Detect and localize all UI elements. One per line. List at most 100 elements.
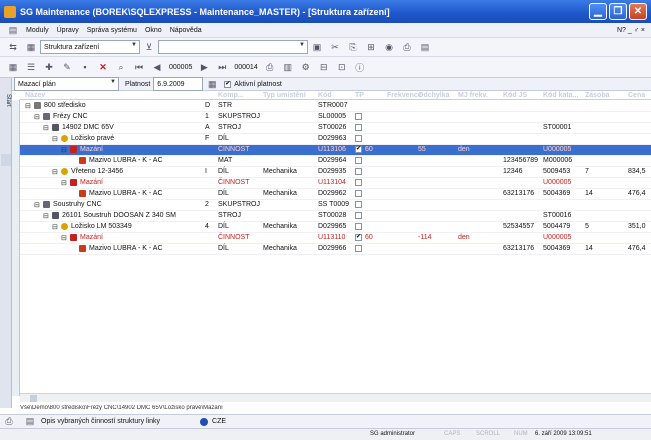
tp-checkbox[interactable]: [355, 233, 362, 241]
table-row[interactable]: ⊟ Ložisko pravé F DÍL D029963: [20, 134, 651, 145]
tools-icon[interactable]: ⚙: [300, 61, 312, 73]
tp-checkbox[interactable]: [355, 157, 362, 164]
first-record-icon[interactable]: ⏮: [133, 61, 145, 73]
tree-expander-icon[interactable]: ⊟: [52, 223, 58, 231]
tree-icon[interactable]: ⊞: [365, 41, 377, 53]
table-row[interactable]: ⊟ 14902 DMC 65V A STROJ ST00026 ST00001: [20, 123, 651, 134]
maximize-button[interactable]: ❐: [609, 3, 627, 20]
last-record-icon[interactable]: ⏭: [216, 61, 228, 73]
start-tab[interactable]: Start: [1, 94, 11, 124]
tp-checkbox[interactable]: [355, 223, 362, 230]
mdi-controls[interactable]: N? _ ♂ ×: [617, 27, 651, 34]
tp-checkbox[interactable]: [355, 201, 362, 208]
tp-checkbox[interactable]: [355, 135, 362, 142]
table-row[interactable]: ⊟ Frézy CNC 1 SKUPSTROJ SL00005: [20, 112, 651, 123]
structure-icon[interactable]: ⊟: [318, 61, 330, 73]
printer-icon[interactable]: ⎙: [3, 416, 15, 428]
table-row[interactable]: ⊟ 800 středisko D STR STR0007: [20, 101, 651, 112]
report-icon[interactable]: ▤: [419, 41, 431, 53]
tree-expander-icon[interactable]: ⊟: [52, 135, 58, 143]
task-item-report[interactable]: Opis vybraných činností struktury linky: [41, 418, 160, 425]
tree-expander-icon[interactable]: ⊟: [43, 124, 49, 132]
chart-icon[interactable]: ▥: [282, 61, 294, 73]
table-row[interactable]: Mazivo LUBRA - K - AC DÍL Mechanika D029966…: [20, 244, 651, 255]
tree-expander-icon[interactable]: ⊟: [52, 168, 58, 176]
language-indicator[interactable]: CZE: [212, 418, 226, 425]
info-icon[interactable]: ⓘ: [354, 61, 366, 73]
header-kodjs[interactable]: Kód JS: [503, 92, 527, 99]
header-typ[interactable]: Typ umístění: [263, 92, 306, 99]
cut-icon[interactable]: ✂: [329, 41, 341, 53]
header-odchylka[interactable]: Odchylka: [418, 92, 450, 99]
tp-checkbox[interactable]: [355, 113, 362, 120]
menu-item-upravy[interactable]: Úpravy: [53, 27, 83, 34]
next-record-icon[interactable]: ▶: [198, 61, 210, 73]
save-icon[interactable]: ▪: [79, 61, 91, 73]
copy-icon[interactable]: ⎘: [347, 41, 359, 53]
module-icon[interactable]: ⇆: [7, 41, 19, 53]
plan-combo[interactable]: Mazací plán ▼: [14, 77, 119, 91]
header-cena[interactable]: Cena: [628, 92, 645, 99]
tp-checkbox[interactable]: [355, 212, 362, 219]
tree-expander-icon[interactable]: ⊟: [34, 201, 40, 209]
close-button[interactable]: ✕: [629, 3, 647, 20]
tp-checkbox[interactable]: [355, 168, 362, 175]
active-checkbox[interactable]: [224, 80, 232, 88]
print-icon[interactable]: ⎙: [401, 41, 413, 53]
tp-checkbox[interactable]: [355, 145, 362, 153]
list-icon[interactable]: ☰: [25, 61, 37, 73]
print-icon[interactable]: ⎙: [264, 61, 276, 73]
platnost-date[interactable]: 6.9.2009: [153, 77, 204, 91]
tree-expander-icon[interactable]: ⊟: [61, 179, 67, 187]
table-row[interactable]: ⊟ Mazání ČINNOST U113110 60 -114 den U000005: [20, 233, 651, 244]
menu-item-napoveda[interactable]: Nápověda: [166, 27, 206, 34]
header-tp[interactable]: TP: [355, 92, 364, 99]
table-row[interactable]: ⊟ Mazání ČINNOST U113104 U000005: [20, 178, 651, 189]
table-row[interactable]: Mazivo LUBRA - K - AC DÍL Mechanika D029962…: [20, 189, 651, 200]
menu-item-okno[interactable]: Okno: [141, 27, 166, 34]
edit-icon[interactable]: ✎: [61, 61, 73, 73]
table-row[interactable]: ⊟ Mazání ČINNOST U113106 60 55 den U000005: [20, 145, 651, 156]
view-combo[interactable]: Struktura zařízení ▼: [40, 40, 140, 54]
add-icon[interactable]: ✚: [43, 61, 55, 73]
header-kodkat[interactable]: Kód kata...: [543, 92, 578, 99]
scroll-thumb[interactable]: [30, 395, 37, 402]
tree-expander-icon[interactable]: ⊟: [61, 234, 67, 242]
table-row[interactable]: ⊟ Vřeteno 12-3456 I DÍL Mechanika D029935 1234…: [20, 167, 651, 178]
menu-item-moduly[interactable]: Moduly: [22, 27, 53, 34]
delete-icon[interactable]: ✕: [97, 61, 109, 73]
tp-checkbox[interactable]: [355, 124, 362, 131]
table-row[interactable]: Mazivo LUBRA - K - AC MAT D029964 123456789…: [20, 156, 651, 167]
binoculars-icon[interactable]: ⌕: [115, 61, 127, 73]
app-menu-icon[interactable]: ▤: [7, 24, 19, 36]
tree-expander-icon[interactable]: ⊟: [25, 102, 31, 110]
menu-item-sprava[interactable]: Správa systému: [83, 27, 141, 34]
header-mj[interactable]: MJ frekv.: [458, 92, 488, 99]
filter-icon[interactable]: ⊻: [143, 41, 155, 53]
tp-checkbox[interactable]: [355, 245, 362, 252]
report-icon[interactable]: ▤: [24, 416, 36, 428]
tp-checkbox[interactable]: [355, 190, 362, 197]
table-icon[interactable]: ▦: [7, 61, 19, 73]
search-combo[interactable]: ▼: [158, 40, 308, 54]
tp-checkbox[interactable]: [355, 179, 362, 186]
table-row[interactable]: ⊟ Ložisko LM 503349 4 DÍL Mechanika D029965 52…: [20, 222, 651, 233]
table-row[interactable]: ⊟ 26101 Soustruh DOOSAN Z 340 SM STROJ ST00…: [20, 211, 651, 222]
tree-expander-icon[interactable]: ⊟: [34, 113, 40, 121]
tree-expander-icon[interactable]: ⊟: [61, 146, 67, 154]
view-icon[interactable]: ◉: [383, 41, 395, 53]
view-icon[interactable]: ⊡: [336, 61, 348, 73]
excel-icon[interactable]: ▣: [311, 41, 323, 53]
horizontal-scrollbar[interactable]: [20, 393, 651, 402]
header-frekvence[interactable]: Frekvence: [387, 92, 422, 99]
header-zasoba[interactable]: Zásoba: [585, 92, 610, 99]
minimize-button[interactable]: ▁: [589, 3, 607, 20]
prev-record-icon[interactable]: ◀: [151, 61, 163, 73]
dock-tab[interactable]: [1, 154, 11, 166]
header-komp[interactable]: Komp...: [218, 92, 244, 99]
tree-expander-icon[interactable]: ⊟: [43, 212, 49, 220]
header-nazev[interactable]: Název: [25, 92, 45, 99]
table-row[interactable]: ⊟ Soustruhy CNC 2 SKUPSTROJ SS T0009: [20, 200, 651, 211]
header-kod[interactable]: Kód: [318, 92, 332, 99]
calendar-icon[interactable]: ▦: [206, 78, 218, 90]
